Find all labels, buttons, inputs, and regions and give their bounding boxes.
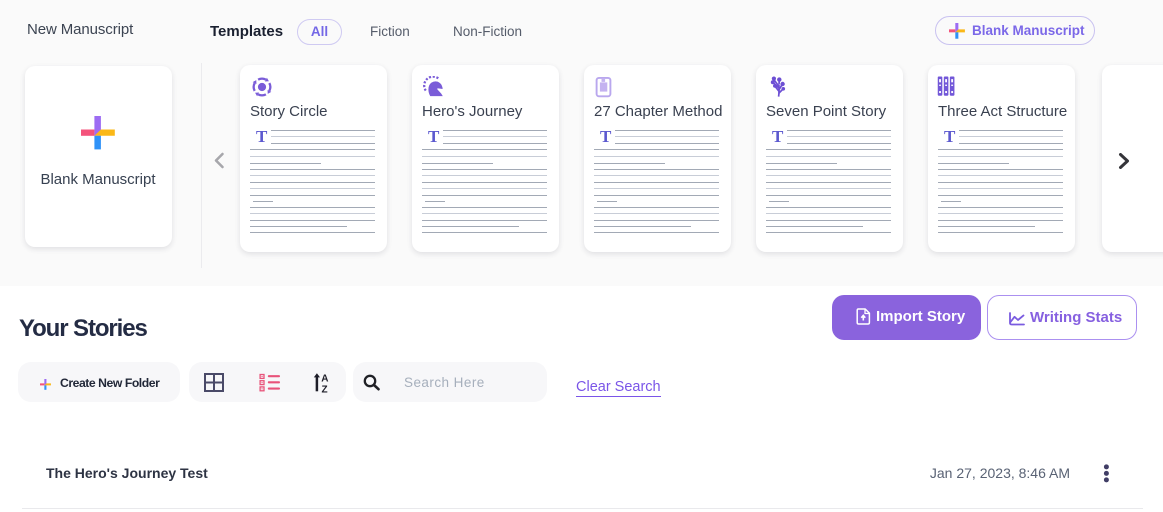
svg-text:Z: Z [322, 385, 328, 393]
svg-text:A: A [321, 373, 328, 384]
